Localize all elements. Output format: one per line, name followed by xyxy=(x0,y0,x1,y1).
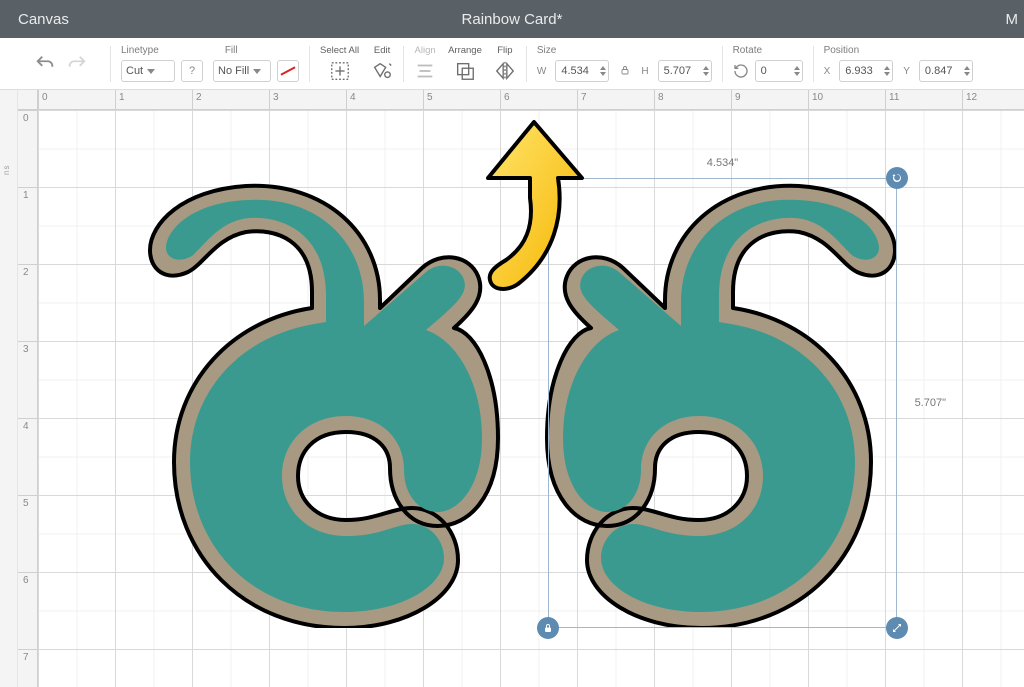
canvas-grid[interactable]: 4.534" 5.707" xyxy=(38,110,1024,687)
align-icon xyxy=(414,60,436,82)
fill-select[interactable]: No Fill xyxy=(213,60,271,82)
lock-aspect-icon[interactable] xyxy=(619,63,631,80)
rotate-icon[interactable] xyxy=(733,63,749,79)
edit-button[interactable]: Edit xyxy=(365,45,399,82)
document-title: Rainbow Card* xyxy=(0,11,1024,28)
linetype-help-button[interactable]: ? xyxy=(181,60,203,82)
fill-swatch[interactable] xyxy=(277,60,299,82)
x-input[interactable]: 6.933 xyxy=(839,60,893,82)
width-input[interactable]: 4.534 xyxy=(555,60,609,82)
undo-icon[interactable] xyxy=(34,53,56,75)
y-input[interactable]: 0.847 xyxy=(919,60,973,82)
align-button: Align xyxy=(408,45,442,82)
linetype-fill-group: Linetype Fill Cut ? No Fill xyxy=(115,38,305,89)
rotate-group: Rotate 0 xyxy=(727,38,809,89)
arrange-icon xyxy=(454,60,476,82)
rotate-input[interactable]: 0 xyxy=(755,60,803,82)
selection-height-label: 5.707" xyxy=(915,397,946,409)
selection-box[interactable]: 4.534" 5.707" xyxy=(548,178,897,628)
linetype-select[interactable]: Cut xyxy=(121,60,175,82)
lock-handle[interactable] xyxy=(537,617,559,639)
titlebar-right: M xyxy=(1006,11,1019,28)
ruler-vertical: 0 1 2 3 4 5 6 7 xyxy=(18,110,38,687)
workspace: ns 0 1 2 3 4 5 6 7 8 9 10 11 12 13 0 1 2… xyxy=(0,90,1024,687)
size-group: Size W 4.534 H 5.707 xyxy=(531,38,718,89)
select-all-icon xyxy=(329,60,351,82)
fill-label: Fill xyxy=(225,45,238,56)
selection-width-label: 4.534" xyxy=(707,157,738,169)
side-panel-strip[interactable]: ns xyxy=(0,90,18,687)
edit-icon xyxy=(371,60,393,82)
toolbar: Linetype Fill Cut ? No Fill Select All E… xyxy=(0,38,1024,90)
canvas-label: Canvas xyxy=(18,11,69,28)
position-group: Position X 6.933 Y 0.847 xyxy=(818,38,979,89)
redo-icon[interactable] xyxy=(66,53,88,75)
ruler-horizontal: 0 1 2 3 4 5 6 7 8 9 10 11 12 13 xyxy=(38,90,1024,110)
resize-handle[interactable] xyxy=(886,617,908,639)
title-bar: Canvas Rainbow Card* M xyxy=(0,0,1024,38)
select-all-button[interactable]: Select All xyxy=(314,45,365,82)
canvas-area[interactable]: 0 1 2 3 4 5 6 7 8 9 10 11 12 13 0 1 2 3 … xyxy=(18,90,1024,687)
ruler-corner xyxy=(18,90,38,110)
height-input[interactable]: 5.707 xyxy=(658,60,712,82)
linetype-label: Linetype xyxy=(121,45,159,56)
callout-arrow xyxy=(476,116,594,294)
flip-button[interactable]: Flip xyxy=(488,45,522,82)
side-tab-label: ns xyxy=(2,165,11,175)
rotate-handle[interactable] xyxy=(886,167,908,189)
flip-icon xyxy=(494,60,516,82)
arrange-button[interactable]: Arrange xyxy=(442,45,488,82)
design-shape-left[interactable] xyxy=(146,180,501,628)
